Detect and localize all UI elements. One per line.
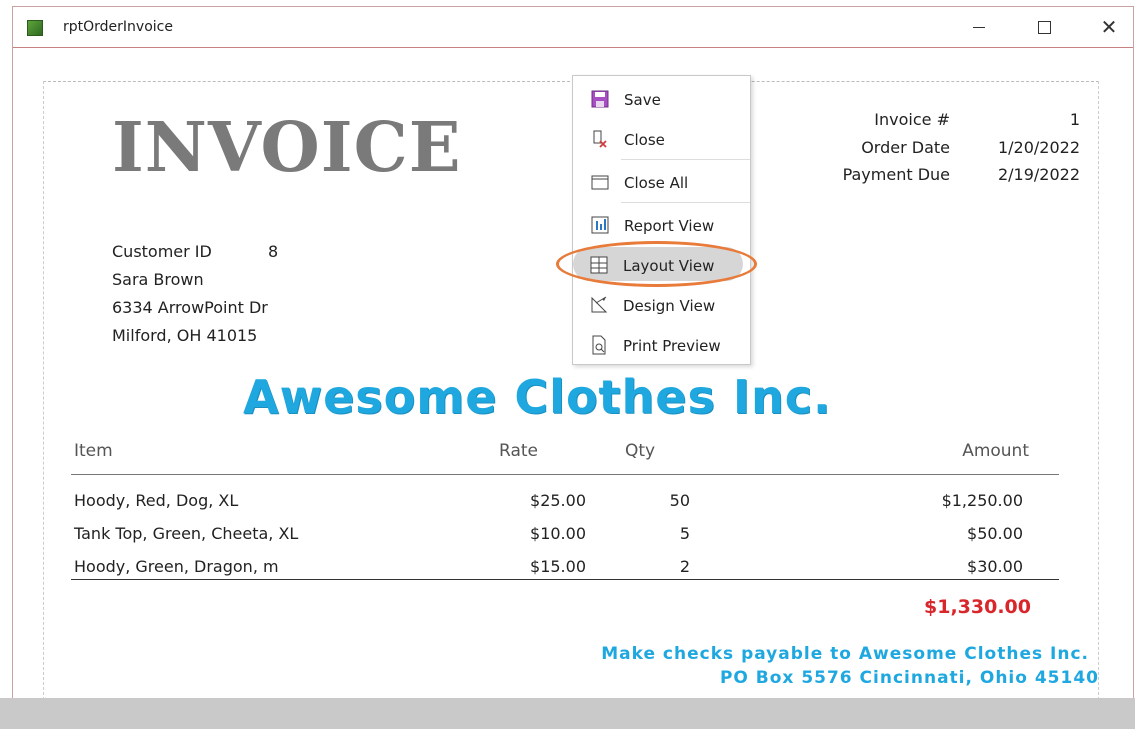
customer-id-label: Customer ID [112,242,212,261]
payable-line-1: Make checks payable to Awesome Clothes I… [601,644,1089,664]
layout-view-highlight-ring [556,241,757,287]
payable-line-2: PO Box 5576 Cincinnati, Ohio 45140 [719,668,1099,688]
table-header-divider [71,474,1059,475]
report-window: rptOrderInvoice ✕ INVOICE Invoice # 1 Or… [12,6,1134,728]
title-bar[interactable]: rptOrderInvoice ✕ [13,7,1133,48]
col-header-rate: Rate [499,441,538,461]
table-total-divider [71,579,1059,580]
minimize-icon [973,26,985,28]
menu-label: Print Preview [623,337,721,355]
customer-city: Milford, OH 41015 [112,326,258,345]
order-date-value: 1/20/2022 [997,138,1080,157]
col-header-item: Item [74,441,113,461]
invoice-number-label: Invoice # [874,110,950,129]
invoice-number-value: 1 [1069,110,1080,129]
col-header-qty: Qty [625,441,656,461]
row-item: Hoody, Green, Dragon, m [74,557,279,576]
menu-separator [621,159,750,160]
close-window-button[interactable]: ✕ [1089,13,1129,41]
menu-label: Report View [624,217,715,235]
company-brand: Awesome Clothes Inc. [243,370,832,424]
menu-item-save[interactable]: Save [573,81,750,117]
print-preview-icon [592,335,606,355]
customer-id-value: 8 [268,242,279,261]
close-doc-icon [593,130,607,148]
customer-name: Sara Brown [112,270,204,289]
page-margin-guide-left [43,81,44,705]
row-qty: 5 [679,524,690,543]
report-view-icon [591,216,609,234]
save-icon [591,90,609,108]
menu-label: Save [624,91,661,109]
close-icon: ✕ [1100,15,1118,39]
row-amount: $1,250.00 [941,491,1023,510]
window-title: rptOrderInvoice [63,19,173,35]
page-margin-guide [43,81,1099,82]
menu-label: Design View [623,297,716,315]
menu-item-report-view[interactable]: Report View [573,207,750,243]
page-margin-guide-right [1098,81,1099,705]
maximize-button[interactable] [1024,13,1064,41]
report-body: INVOICE Invoice # 1 Order Date 1/20/2022… [13,48,1133,705]
row-qty: 2 [679,557,690,576]
row-rate: $15.00 [530,557,586,576]
row-item: Tank Top, Green, Cheeta, XL [74,524,299,543]
menu-separator [621,202,750,203]
menu-item-close-all[interactable]: Close All [573,164,750,200]
col-header-amount: Amount [962,441,1029,461]
menu-item-close[interactable]: Close [573,121,750,157]
customer-street: 6334 ArrowPoint Dr [112,298,268,317]
row-amount: $30.00 [967,557,1023,576]
invoice-total: $1,330.00 [924,596,1031,618]
row-rate: $10.00 [530,524,586,543]
maximize-icon [1037,20,1051,34]
menu-item-print-preview[interactable]: Print Preview [572,327,749,363]
design-view-icon [591,296,608,313]
menu-label: Close All [624,174,689,192]
payment-due-label: Payment Due [842,165,950,184]
menu-item-design-view[interactable]: Design View [572,287,749,323]
access-report-icon [27,20,43,36]
row-item: Hoody, Red, Dog, XL [74,491,239,510]
row-qty: 50 [669,491,690,510]
order-date-label: Order Date [861,138,950,157]
row-rate: $25.00 [530,491,586,510]
menu-label: Close [624,131,665,149]
invoice-heading: INVOICE [112,108,462,188]
payment-due-value: 2/19/2022 [997,165,1080,184]
access-background-area [0,698,1135,729]
close-all-icon [591,175,609,190]
minimize-button[interactable] [959,13,999,41]
row-amount: $50.00 [967,524,1023,543]
